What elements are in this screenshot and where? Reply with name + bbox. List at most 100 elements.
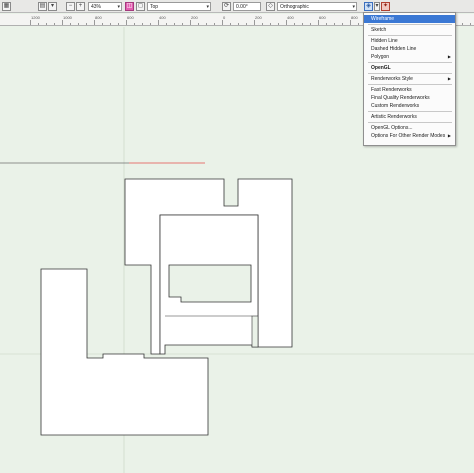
zoom-out-icon[interactable]: − — [66, 2, 75, 11]
menu-item-label: Renderworks Style — [371, 76, 413, 82]
submenu-arrow-icon: ▶ — [447, 76, 451, 81]
projection-icon[interactable]: ◇ — [266, 2, 275, 11]
ruler-minor-tick — [150, 23, 151, 25]
zoom-field[interactable]: 43% ▾ — [88, 2, 122, 11]
rotation-field[interactable]: 0.00° — [233, 2, 261, 11]
zoom-in-icon[interactable]: + — [76, 2, 85, 11]
lighting-options-icon[interactable]: ✦ — [381, 2, 390, 11]
projection-select[interactable]: Orthographic ▾ — [277, 2, 357, 11]
ruler-major-tick — [350, 20, 351, 25]
ruler-minor-tick — [334, 23, 335, 25]
menu-separator — [368, 73, 452, 74]
menu-item-fast-renderworks[interactable]: Fast Renderworks — [364, 86, 455, 94]
ruler-minor-tick — [86, 23, 87, 25]
render-mode-chevron-icon[interactable]: ▾ — [374, 2, 380, 11]
ruler-major-tick — [94, 20, 95, 25]
zoom-value: 43% — [91, 4, 102, 10]
ruler-label: 800 — [351, 15, 358, 20]
view-cube-icon[interactable]: ◻ — [136, 2, 145, 11]
menu-item-custom-renderworks[interactable]: Custom Renderworks — [364, 102, 455, 110]
chevron-down-icon: ▾ — [117, 4, 120, 10]
current-view-select[interactable]: Top ▾ — [147, 2, 211, 11]
menu-item-label: Custom Renderworks — [371, 103, 420, 109]
ruler-label: 1200 — [31, 15, 40, 20]
ruler-minor-tick — [118, 23, 119, 25]
menu-item-opengl[interactable]: OpenGL — [364, 64, 455, 72]
menu-item-label: Final Quality Renderworks — [371, 95, 430, 101]
menu-item-label: Dashed Hidden Line — [371, 46, 417, 52]
ruler-major-tick — [158, 20, 159, 25]
ruler-minor-tick — [462, 23, 463, 25]
ruler-minor-tick — [206, 23, 207, 25]
menu-item-label: Fast Renderworks — [371, 87, 412, 93]
menu-item-opengl-options[interactable]: OpenGL Options... — [364, 124, 455, 132]
rotate-plan-icon[interactable]: ⟳ — [222, 2, 231, 11]
chevron-down-icon: ▾ — [206, 4, 209, 10]
ruler-minor-tick — [46, 23, 47, 25]
menu-item-artistic-renderworks[interactable]: Artistic Renderworks — [364, 113, 455, 121]
app-window: ▦ ▤ ▾ − + 43% ▾ ◫ ◻ Top ▾ ⟳ 0.00° ◇ Orth… — [0, 0, 474, 473]
rotation-value: 0.00° — [236, 4, 248, 10]
menu-item-renderworks-style[interactable]: Renderworks Style ▶ — [364, 75, 455, 83]
menu-item-label: Artistic Renderworks — [371, 114, 417, 120]
ruler-label: 200 — [191, 15, 198, 20]
menu-item-wireframe[interactable]: Wireframe — [364, 15, 455, 23]
render-mode-icon[interactable]: ◈ — [364, 2, 373, 11]
menu-separator — [368, 24, 452, 25]
current-view-value: Top — [150, 4, 159, 10]
ruler-label: 400 — [287, 15, 294, 20]
courtyard-outline[interactable] — [168, 264, 252, 303]
ruler-minor-tick — [134, 23, 135, 25]
view-options-icon[interactable]: ▤ — [38, 2, 47, 11]
menu-item-options-for-other-render-modes[interactable]: Options For Other Render Modes ▶ — [364, 132, 455, 140]
ruler-label: 600 — [319, 15, 326, 20]
ruler-major-tick — [318, 20, 319, 25]
ruler-minor-tick — [198, 23, 199, 25]
ruler-minor-tick — [278, 23, 279, 25]
ruler-major-tick — [62, 20, 63, 25]
ruler-minor-tick — [294, 23, 295, 25]
ruler-major-tick — [254, 20, 255, 25]
ruler-minor-tick — [70, 23, 71, 25]
menu-item-hidden-line[interactable]: Hidden Line — [364, 37, 455, 45]
ruler-label: 0 — [223, 15, 226, 20]
menu-item-dashed-hidden-line[interactable]: Dashed Hidden Line — [364, 45, 455, 53]
menu-item-label: OpenGL — [371, 65, 391, 71]
ruler-minor-tick — [238, 23, 239, 25]
ruler-minor-tick — [166, 23, 167, 25]
ruler-minor-tick — [358, 23, 359, 25]
ruler-major-tick — [30, 20, 31, 25]
menu-item-label: Wireframe — [371, 16, 395, 22]
ruler-minor-tick — [230, 23, 231, 25]
view-down-icon[interactable]: ▾ — [48, 2, 57, 11]
menu-item-label: Hidden Line — [371, 38, 398, 44]
ruler-minor-tick — [470, 23, 471, 25]
ruler-minor-tick — [182, 23, 183, 25]
ruler-label: 200 — [255, 15, 262, 20]
render-mode-menu: Wireframe Sketch Hidden Line Dashed Hidden … — [363, 12, 456, 146]
ruler-minor-tick — [262, 23, 263, 25]
menu-separator — [368, 84, 452, 85]
ruler-minor-tick — [270, 23, 271, 25]
menu-item-label: Sketch — [371, 27, 387, 33]
ruler-minor-tick — [38, 23, 39, 25]
layer-icon[interactable]: ▦ — [2, 2, 11, 11]
ruler-minor-tick — [102, 23, 103, 25]
menu-item-sketch[interactable]: Sketch — [364, 26, 455, 34]
ruler-minor-tick — [110, 23, 111, 25]
menu-item-final-quality-renderworks[interactable]: Final Quality Renderworks — [364, 94, 455, 102]
menu-separator — [368, 122, 452, 123]
ruler-minor-tick — [78, 23, 79, 25]
standard-views-icon[interactable]: ◫ — [125, 2, 134, 11]
submenu-arrow-icon: ▶ — [447, 133, 451, 138]
ruler-minor-tick — [142, 23, 143, 25]
ruler-major-tick — [286, 20, 287, 25]
ruler-label: 400 — [159, 15, 166, 20]
ruler-minor-tick — [310, 23, 311, 25]
menu-item-label: Options For Other Render Modes — [371, 133, 446, 139]
ruler-minor-tick — [54, 23, 55, 25]
ruler-major-tick — [190, 20, 191, 25]
projection-value: Orthographic — [280, 4, 309, 10]
menu-item-label: OpenGL Options... — [371, 125, 413, 131]
menu-item-polygon[interactable]: Polygon ▶ — [364, 53, 455, 61]
